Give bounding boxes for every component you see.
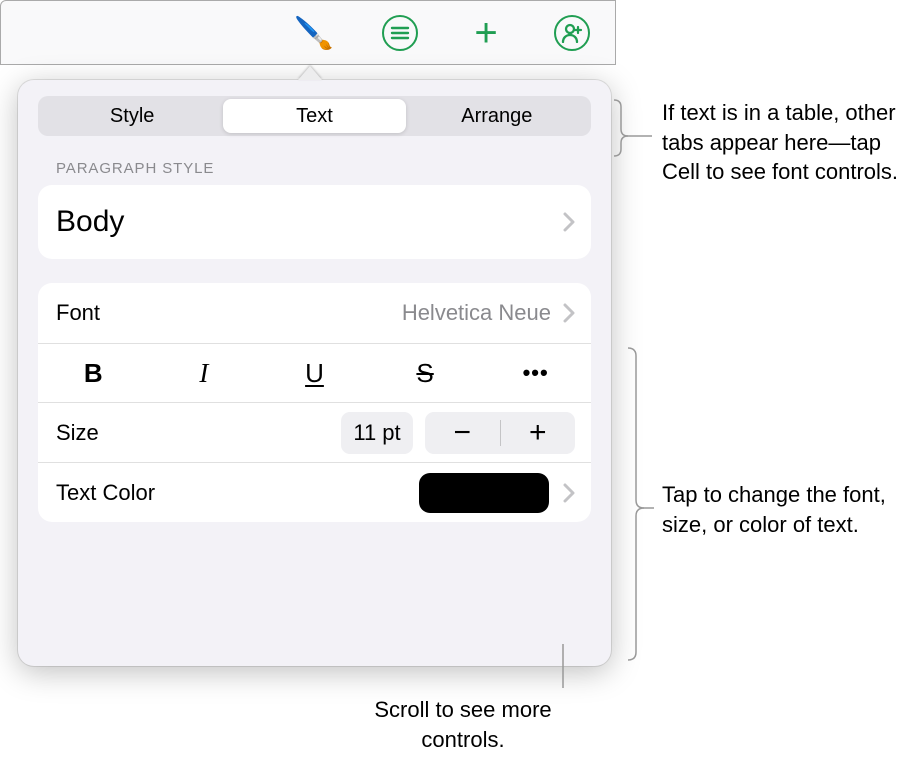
tab-style[interactable]: Style [41,99,223,133]
size-value[interactable]: 11 pt [341,412,413,454]
collaborate-tool[interactable] [529,1,615,64]
strikethrough-button[interactable]: S [370,344,481,402]
text-color-swatch[interactable] [419,473,549,513]
chevron-right-icon [557,212,575,232]
italic-button[interactable]: I [149,344,260,402]
chevron-right-icon [549,483,575,503]
tab-arrange[interactable]: Arrange [406,99,588,133]
size-increase-button[interactable]: + [501,412,576,454]
font-row[interactable]: Font Helvetica Neue [38,283,591,343]
plus-icon: + [474,13,497,53]
format-tabs: Style Text Arrange [38,96,591,136]
paintbrush-icon: 🖌️ [294,13,334,53]
underline-button[interactable]: U [259,344,370,402]
size-row: Size 11 pt − + [38,402,591,462]
paragraph-style-row[interactable]: Body [38,185,591,259]
paragraph-style-heading: PARAGRAPH STYLE [38,160,591,185]
more-formatting-button[interactable]: ••• [480,344,591,402]
text-color-row[interactable]: Text Color [38,462,591,522]
bold-button[interactable]: B [38,344,149,402]
list-icon [382,15,418,51]
size-label: Size [56,420,99,446]
paragraph-style-value: Body [56,205,124,239]
insert-tool[interactable]: + [443,1,529,64]
toolbar: 🖌️ + [0,0,616,65]
size-stepper: − + [425,412,575,454]
popover-arrow [298,66,322,80]
size-decrease-button[interactable]: − [425,412,500,454]
font-label: Font [56,300,100,326]
tab-text[interactable]: Text [223,99,405,133]
callout-tabs: If text is in a table, other tabs appear… [662,98,902,187]
callout-scroll: Scroll to see more controls. [348,695,578,754]
font-card: Font Helvetica Neue B I U S ••• Size 11 … [38,283,591,522]
format-popover: Style Text Arrange PARAGRAPH STYLE Body … [18,80,611,666]
outline-tool[interactable] [357,1,443,64]
font-value: Helvetica Neue [402,300,557,326]
callout-font-controls: Tap to change the font, size, or color o… [662,480,892,539]
paragraph-style-card: Body [38,185,591,259]
format-tool[interactable]: 🖌️ [271,1,357,64]
person-plus-icon [554,15,590,51]
toolbar-spacer [1,1,271,64]
text-format-row: B I U S ••• [38,343,591,402]
text-color-label: Text Color [56,480,155,506]
chevron-right-icon [557,303,575,323]
